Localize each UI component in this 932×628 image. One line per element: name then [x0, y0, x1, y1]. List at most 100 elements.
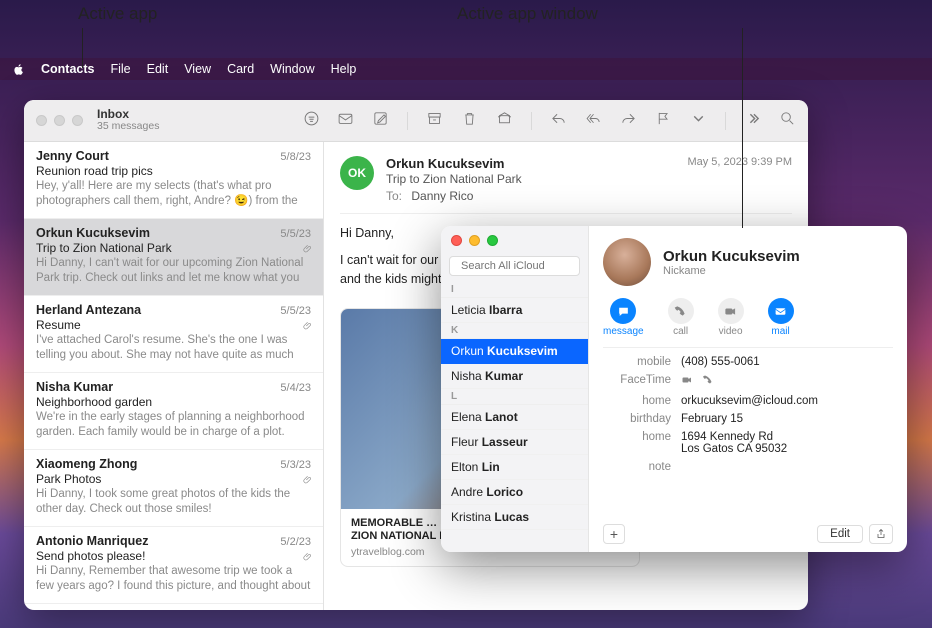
- apple-icon[interactable]: [12, 63, 25, 76]
- traffic-close[interactable]: [451, 235, 462, 246]
- action-message[interactable]: message: [603, 298, 644, 337]
- message-date: May 5, 2023 9:39 PM: [687, 156, 792, 168]
- share-button[interactable]: [869, 524, 893, 544]
- list-item[interactable]: Orkun Kucuksevim5/5/23 Trip to Zion Nati…: [24, 219, 323, 296]
- mail-traffic-lights: [36, 115, 83, 126]
- contacts-list[interactable]: ILeticia IbarraKOrkun KucuksevimNisha Ku…: [441, 282, 588, 552]
- menu-edit[interactable]: Edit: [147, 62, 169, 76]
- edit-button[interactable]: Edit: [817, 525, 863, 543]
- flag-dropdown-icon[interactable]: [690, 110, 707, 132]
- contact-bottom-bar: + Edit: [603, 524, 893, 544]
- sender-avatar: OK: [340, 156, 374, 190]
- note-label: note: [603, 461, 671, 473]
- video-icon: [681, 374, 693, 386]
- mobile-value: (408) 555-0061: [681, 356, 893, 368]
- paperclip-icon: [303, 475, 313, 488]
- contacts-search-input[interactable]: [461, 260, 603, 272]
- body-line2: and the kids might: [340, 272, 441, 286]
- paperclip-icon: [303, 552, 313, 565]
- list-item[interactable]: Elena Lanot: [441, 405, 588, 430]
- message-header: OK Orkun Kucuksevim Trip to Zion Nationa…: [340, 156, 792, 203]
- list-item[interactable]: Nisha Kumar: [441, 364, 588, 389]
- section-header: L: [441, 389, 588, 405]
- mail-subtitle: 35 messages: [97, 121, 297, 133]
- facetime-label: FaceTime: [603, 374, 671, 389]
- menu-view[interactable]: View: [184, 62, 211, 76]
- add-button[interactable]: +: [603, 524, 625, 544]
- menu-contacts[interactable]: Contacts: [41, 62, 94, 76]
- list-item[interactable]: Elton Lin: [441, 455, 588, 480]
- reply-icon[interactable]: [550, 110, 567, 132]
- message-subject: Trip to Zion National Park: [386, 172, 675, 186]
- list-item[interactable]: Jenny Court5/8/23 Reunion road trip pics…: [24, 142, 323, 219]
- list-item[interactable]: Kristina Lucas: [441, 505, 588, 530]
- forward-icon[interactable]: [620, 110, 637, 132]
- home-addr-value: 1694 Kennedy Rd Los Gatos CA 95032: [681, 431, 893, 455]
- compose-icon[interactable]: [372, 110, 389, 132]
- list-item[interactable]: Antonio Manriquez5/2/23 Send photos plea…: [24, 527, 323, 604]
- action-call[interactable]: call: [668, 298, 694, 337]
- contact-actions: message call video mail: [603, 298, 893, 348]
- body-line1: I can't wait for our: [340, 253, 438, 267]
- contacts-search[interactable]: [449, 256, 580, 276]
- contacts-window: ILeticia IbarraKOrkun KucuksevimNisha Ku…: [441, 226, 907, 552]
- menubar: Contacts File Edit View Card Window Help: [0, 58, 932, 80]
- envelope-icon[interactable]: [337, 110, 354, 132]
- toolbar-separator: [407, 112, 408, 130]
- to-value: Danny Rico: [411, 189, 473, 203]
- list-item[interactable]: Orkun Kucuksevim: [441, 339, 588, 364]
- callout-line-window: [742, 28, 743, 228]
- callout-active-app: Active app: [78, 4, 157, 24]
- list-item[interactable]: Fleur Lasseur: [441, 430, 588, 455]
- traffic-zoom[interactable]: [72, 115, 83, 126]
- facetime-value[interactable]: [681, 374, 893, 389]
- message-from: Orkun Kucuksevim: [386, 156, 675, 171]
- contact-header: Orkun Kucuksevim Nickame: [603, 238, 893, 286]
- message-divider: [340, 213, 792, 214]
- home-email-label: home: [603, 395, 671, 407]
- list-item[interactable]: Andre Lorico: [441, 480, 588, 505]
- traffic-zoom[interactable]: [487, 235, 498, 246]
- list-item[interactable]: Nisha Kumar5/4/23 Neighborhood garden We…: [24, 373, 323, 450]
- traffic-minimize[interactable]: [54, 115, 65, 126]
- menu-card[interactable]: Card: [227, 62, 254, 76]
- menu-help[interactable]: Help: [331, 62, 357, 76]
- contact-fields: mobile (408) 555-0061 FaceTime home orku…: [603, 356, 893, 473]
- home-addr-label: home: [603, 431, 671, 455]
- mail-title-block: Inbox 35 messages: [97, 108, 297, 133]
- list-item[interactable]: Herland Antezana5/5/23 Resume I've attac…: [24, 296, 323, 373]
- contact-detail-pane: Orkun Kucuksevim Nickame message call vi…: [589, 226, 907, 552]
- to-label: To:: [386, 189, 402, 203]
- junk-icon[interactable]: [496, 110, 513, 132]
- menu-window[interactable]: Window: [270, 62, 314, 76]
- trash-icon[interactable]: [461, 110, 478, 132]
- menu-file[interactable]: File: [110, 62, 130, 76]
- home-email-value: orkucuksevim@icloud.com: [681, 395, 893, 407]
- message-to: To: Danny Rico: [386, 189, 675, 203]
- action-video[interactable]: video: [718, 298, 744, 337]
- list-item[interactable]: Darla Davidson4/29/23 The best vacation …: [24, 604, 323, 610]
- filter-icon[interactable]: [303, 110, 320, 132]
- mail-titlebar: Inbox 35 messages: [24, 100, 808, 142]
- callout-line-app: [82, 28, 83, 68]
- list-item[interactable]: Xiaomeng Zhong5/3/23 Park Photos Hi Dann…: [24, 450, 323, 527]
- overflow-icon[interactable]: [744, 110, 761, 132]
- action-mail[interactable]: mail: [768, 298, 794, 337]
- list-item[interactable]: Leticia Ibarra: [441, 298, 588, 323]
- search-icon[interactable]: [779, 110, 796, 132]
- message-list[interactable]: Jenny Court5/8/23 Reunion road trip pics…: [24, 142, 324, 610]
- phone-icon: [702, 374, 714, 386]
- contacts-sidebar: ILeticia IbarraKOrkun KucuksevimNisha Ku…: [441, 226, 589, 552]
- contacts-traffic-lights: [441, 226, 588, 252]
- archive-icon[interactable]: [426, 110, 443, 132]
- callout-layer: Active app Active app window: [0, 0, 932, 58]
- mail-toolbar: [337, 110, 808, 132]
- traffic-close[interactable]: [36, 115, 47, 126]
- flag-icon[interactable]: [655, 110, 672, 132]
- birthday-label: birthday: [603, 413, 671, 425]
- section-header: I: [441, 282, 588, 298]
- reply-all-icon[interactable]: [585, 110, 602, 132]
- toolbar-separator: [531, 112, 532, 130]
- section-header: K: [441, 323, 588, 339]
- traffic-minimize[interactable]: [469, 235, 480, 246]
